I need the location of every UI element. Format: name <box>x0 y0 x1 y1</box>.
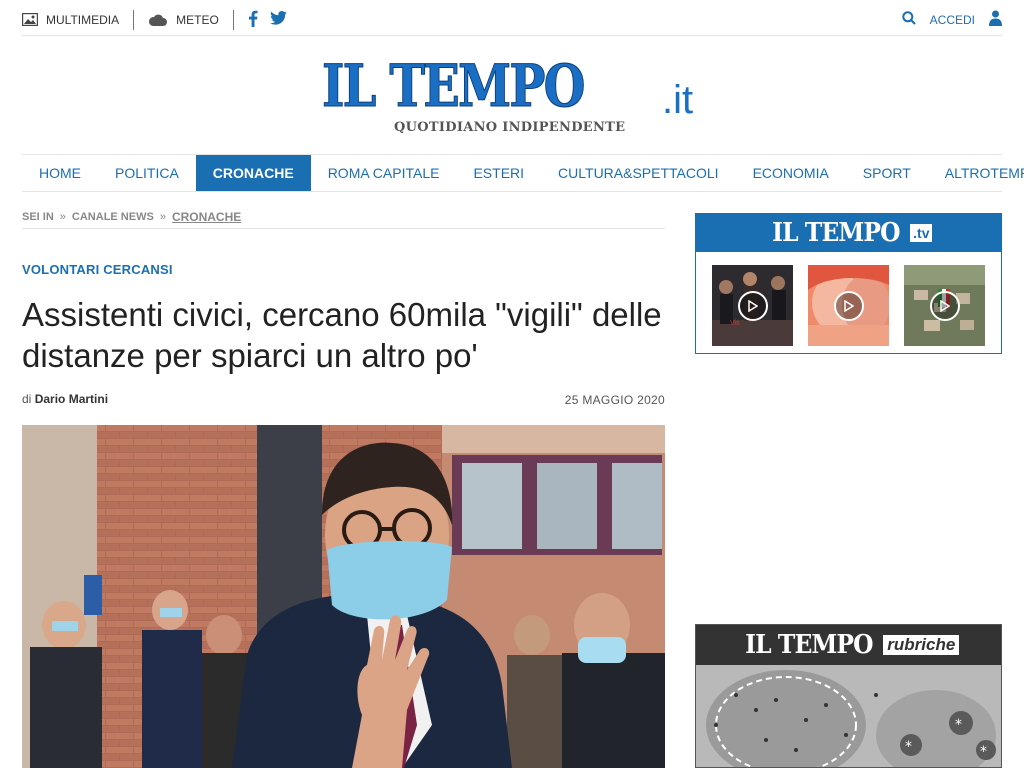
play-icon <box>929 290 960 321</box>
tv-widget: IL TEMPO .tv Vis <box>695 213 1002 354</box>
svg-text:*: * <box>905 739 912 755</box>
logo-wordmark: IL TEMPO <box>322 52 586 120</box>
svg-text:Vis: Vis <box>730 320 740 327</box>
nav-cronache[interactable]: CRONACHE <box>195 155 311 191</box>
top-bar-right: ACCEDI <box>901 10 1002 29</box>
article-byline: di Dario Martini <box>22 392 108 406</box>
login-link[interactable]: ACCEDI <box>930 13 975 27</box>
page: MULTIMEDIA METEO ACCEDI IL TEMPO .it QUO… <box>0 0 1024 768</box>
nav-economia[interactable]: ECONOMIA <box>736 155 846 191</box>
breadcrumb-sep: » <box>59 210 66 223</box>
main-nav: HOME POLITICA CRONACHE ROMA CAPITALE EST… <box>22 154 1024 192</box>
facebook-icon[interactable] <box>248 10 258 30</box>
logo-tagline: QUOTIDIANO INDIPENDENTE <box>394 120 626 135</box>
twitter-icon[interactable] <box>269 11 287 28</box>
byline-prefix: di <box>22 392 32 406</box>
multimedia-label: MULTIMEDIA <box>46 12 120 27</box>
play-icon <box>737 290 768 321</box>
cloud-icon <box>148 13 168 27</box>
multimedia-link[interactable]: MULTIMEDIA <box>22 9 135 30</box>
author-link[interactable]: Dario Martini <box>35 392 108 406</box>
svg-text:*: * <box>980 744 987 760</box>
breadcrumb-current[interactable]: CRONACHE <box>172 210 241 224</box>
rubriche-tag: rubriche <box>883 635 960 655</box>
breadcrumb-canale-news[interactable]: CANALE NEWS <box>72 211 154 223</box>
nav-cultura-spettacoli[interactable]: CULTURA&SPETTACOLI <box>541 155 736 191</box>
article-date: 25 MAGGIO 2020 <box>564 393 665 407</box>
play-icon <box>833 290 864 321</box>
meteo-link[interactable]: METEO <box>148 9 234 30</box>
meteo-label: METEO <box>176 12 219 27</box>
tv-logo: IL TEMPO <box>771 218 900 248</box>
tv-thumbnails: Vis <box>696 252 1001 346</box>
article-hero-image[interactable] <box>22 425 665 768</box>
logo-domain: .it <box>662 78 694 122</box>
video-thumbnail[interactable] <box>904 265 985 346</box>
breadcrumb: SEI IN » CANALE NEWS » CRONACHE <box>22 205 665 229</box>
rubriche-image[interactable]: * * * <box>696 665 1001 767</box>
video-thumbnail[interactable]: Vis <box>712 265 793 346</box>
article-kicker: VOLONTARI CERCANSI <box>22 262 173 277</box>
nav-sport[interactable]: SPORT <box>846 155 928 191</box>
social-links <box>248 10 287 30</box>
tv-tag: .tv <box>910 224 933 242</box>
article-title: Assistenti civici, cercano 60mila "vigil… <box>22 296 662 374</box>
tv-header[interactable]: IL TEMPO .tv <box>696 214 1001 252</box>
nav-esteri[interactable]: ESTERI <box>456 155 541 191</box>
rubriche-logo: IL TEMPO <box>744 630 873 660</box>
svg-text:*: * <box>955 717 962 733</box>
nav-roma-capitale[interactable]: ROMA CAPITALE <box>311 155 457 191</box>
breadcrumb-sei-in: SEI IN <box>22 210 54 223</box>
search-icon[interactable] <box>901 11 916 28</box>
nav-altrotempo[interactable]: ALTROTEMPO <box>928 155 1024 191</box>
video-thumbnail[interactable] <box>808 265 889 346</box>
user-icon[interactable] <box>989 10 1002 29</box>
nav-politica[interactable]: POLITICA <box>98 155 196 191</box>
image-icon <box>22 13 38 26</box>
site-logo[interactable]: IL TEMPO .it QUOTIDIANO INDIPENDENTE <box>322 56 702 136</box>
breadcrumb-sep: » <box>159 210 166 223</box>
rubriche-header[interactable]: IL TEMPO rubriche <box>696 625 1001 665</box>
nav-home[interactable]: HOME <box>22 155 98 191</box>
top-bar: MULTIMEDIA METEO ACCEDI <box>22 4 1002 36</box>
rubriche-widget: IL TEMPO rubriche * * * <box>695 624 1002 768</box>
